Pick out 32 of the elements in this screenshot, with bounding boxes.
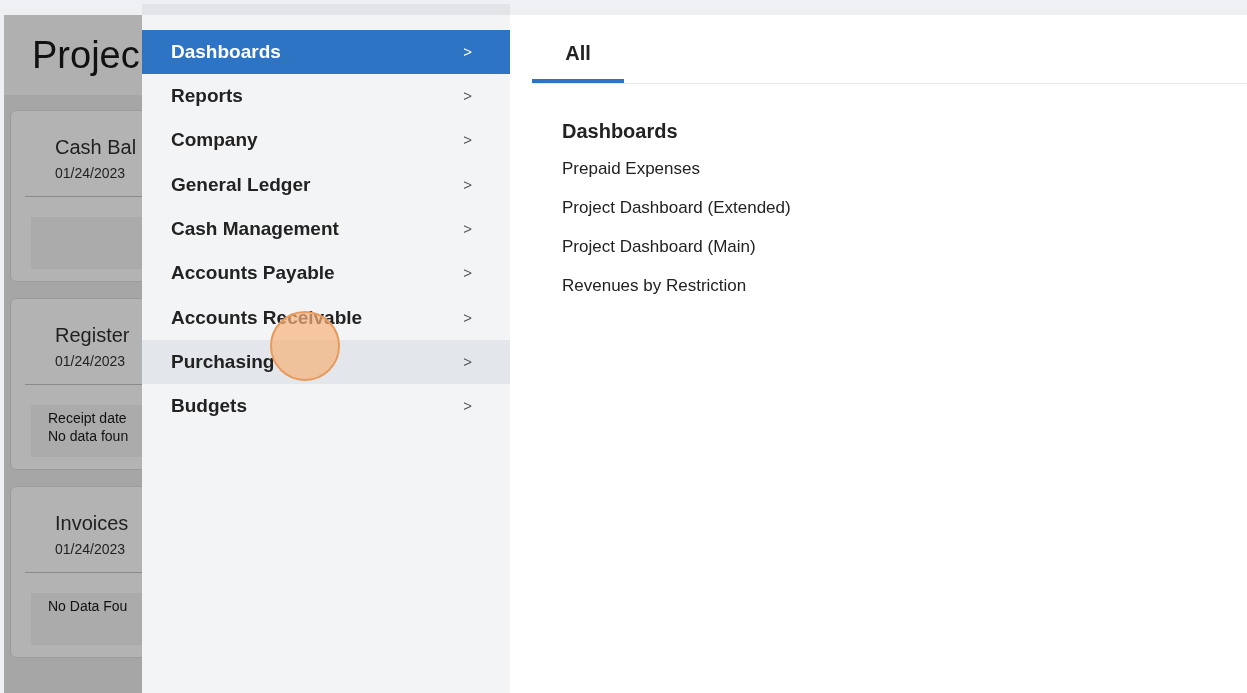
menu-item[interactable]: Dashboards > xyxy=(142,30,510,75)
card-title: Invoices xyxy=(54,511,130,535)
menu-item[interactable]: Cash Management > xyxy=(142,207,510,252)
menu-item[interactable]: Budgets > xyxy=(142,384,510,429)
card-title: Cash Bal xyxy=(54,135,138,159)
menu-item[interactable]: Reports > xyxy=(142,74,510,119)
page-title: Projec xyxy=(32,32,140,78)
card-date: 01/24/2023 xyxy=(54,352,127,371)
dashboard-link[interactable]: Project Dashboard (Main) xyxy=(562,236,1247,257)
chevron-icon: > xyxy=(463,262,472,285)
chevron-icon: > xyxy=(463,85,472,108)
dashboard-link[interactable]: Prepaid Expenses xyxy=(562,158,1247,179)
chevron-icon: > xyxy=(463,306,472,330)
chevron-icon: > xyxy=(463,40,472,64)
section-heading: Dashboards xyxy=(562,119,679,144)
dashboard-link[interactable]: Revenues by Restriction xyxy=(562,275,1247,296)
card-title: Register xyxy=(54,323,131,347)
card-text: No data foun xyxy=(47,427,130,445)
menu-item[interactable]: General Ledger > xyxy=(142,162,510,208)
card-text: No Data Fou xyxy=(47,597,129,615)
menu-item[interactable]: Accounts Payable > xyxy=(142,251,510,296)
menu-item[interactable]: Company > xyxy=(142,118,510,163)
card-text: Receipt date xyxy=(47,409,128,427)
chevron-icon: > xyxy=(463,129,472,152)
card-date: 01/24/2023 xyxy=(54,164,127,183)
chevron-icon: > xyxy=(463,173,472,197)
card-date: 01/24/2023 xyxy=(54,540,127,559)
chevron-icon: > xyxy=(463,218,472,241)
dashboard-link[interactable]: Project Dashboard (Extended) xyxy=(562,197,1247,218)
chevron-icon: > xyxy=(463,350,472,374)
tab[interactable]: All xyxy=(532,35,624,83)
chevron-icon: > xyxy=(463,395,472,418)
